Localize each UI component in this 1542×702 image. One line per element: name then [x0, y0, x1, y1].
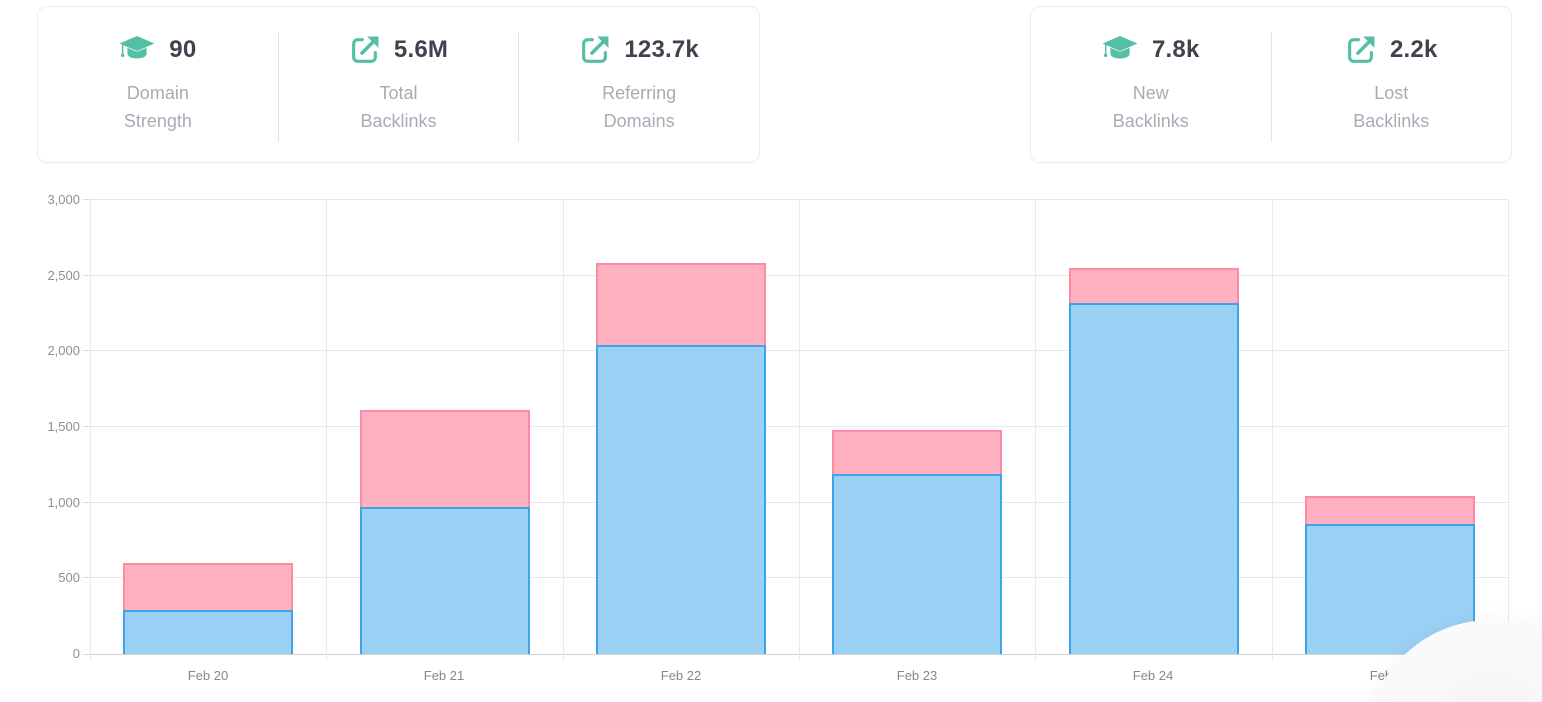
bar-segment-new-backlinks[interactable]	[832, 474, 1002, 654]
bar-segment-lost-backlinks[interactable]	[1305, 496, 1475, 524]
bar-segment-lost-backlinks[interactable]	[596, 263, 766, 345]
x-gridline	[799, 200, 800, 661]
bar-segment-new-backlinks[interactable]	[360, 507, 530, 654]
stat-label: Total Backlinks	[360, 79, 436, 135]
stat-total-backlinks: 5.6M Total Backlinks	[279, 7, 519, 162]
stat-label: Referring Domains	[602, 79, 676, 135]
y-tickmark	[83, 350, 90, 351]
y-tick-label: 1,000	[0, 494, 80, 512]
bar-segment-new-backlinks[interactable]	[1069, 303, 1239, 654]
chart-y-axis: 05001,0001,5002,0002,5003,000	[0, 200, 80, 654]
stat-value: 7.8k	[1152, 36, 1200, 64]
external-link-icon	[579, 35, 610, 66]
y-tick-label: 2,500	[0, 267, 80, 285]
external-link-icon	[349, 35, 380, 66]
x-tick-label: Feb 23	[799, 666, 1035, 686]
x-tick-label: Feb 21	[326, 666, 562, 686]
x-gridline	[1508, 200, 1509, 661]
y-tick-label: 500	[0, 569, 80, 587]
external-link-icon	[1345, 35, 1376, 66]
y-tickmark	[83, 654, 90, 655]
backlink-changes-card: 7.8k New Backlinks 2.2k Lost Backlinks	[1030, 6, 1512, 163]
bar-segment-lost-backlinks[interactable]	[1069, 268, 1239, 303]
bar-segment-lost-backlinks[interactable]	[360, 410, 530, 507]
x-tick-label: Feb 22	[563, 666, 799, 686]
y-tickmark	[83, 577, 90, 578]
stat-lost-backlinks: 2.2k Lost Backlinks	[1272, 7, 1512, 162]
overview-stats-card: 90 Domain Strength 5.6M Total Backlinks	[37, 6, 760, 163]
stat-new-backlinks: 7.8k New Backlinks	[1031, 7, 1271, 162]
x-tick-label: Feb 24	[1035, 666, 1271, 686]
bar-segment-lost-backlinks[interactable]	[832, 430, 1002, 474]
y-tick-label: 1,500	[0, 418, 80, 436]
x-gridline	[90, 200, 91, 661]
y-tickmark	[83, 199, 90, 200]
stat-value: 5.6M	[394, 36, 448, 64]
x-tick-label: Feb 20	[90, 666, 326, 686]
stat-value: 2.2k	[1390, 36, 1438, 64]
backlinks-dashboard: 90 Domain Strength 5.6M Total Backlinks	[0, 0, 1542, 702]
chart-x-axis: Feb 20Feb 21Feb 22Feb 23Feb 24Feb 25	[90, 666, 1508, 686]
x-gridline	[1035, 200, 1036, 661]
y-tickmark	[83, 502, 90, 503]
y-tick-label: 0	[0, 645, 80, 663]
stat-label: Lost Backlinks	[1353, 79, 1429, 135]
stat-label: Domain Strength	[124, 79, 192, 135]
stat-label: New Backlinks	[1113, 79, 1189, 135]
stat-value: 123.7k	[624, 36, 699, 64]
graduation-cap-icon	[1102, 34, 1138, 66]
x-gridline	[563, 200, 564, 661]
stat-value: 90	[169, 36, 196, 64]
x-gridline	[1272, 200, 1273, 661]
stat-referring-domains: 123.7k Referring Domains	[519, 7, 759, 162]
y-tickmark	[83, 426, 90, 427]
bar-segment-lost-backlinks[interactable]	[123, 563, 293, 610]
x-gridline	[326, 200, 327, 661]
backlinks-stacked-bar-chart	[90, 200, 1508, 654]
y-tickmark	[83, 275, 90, 276]
y-tick-label: 2,000	[0, 342, 80, 360]
y-tick-label: 3,000	[0, 191, 80, 209]
stat-domain-strength: 90 Domain Strength	[38, 7, 278, 162]
bar-segment-new-backlinks[interactable]	[596, 345, 766, 654]
graduation-cap-icon	[119, 34, 155, 66]
bar-segment-new-backlinks[interactable]	[123, 610, 293, 654]
